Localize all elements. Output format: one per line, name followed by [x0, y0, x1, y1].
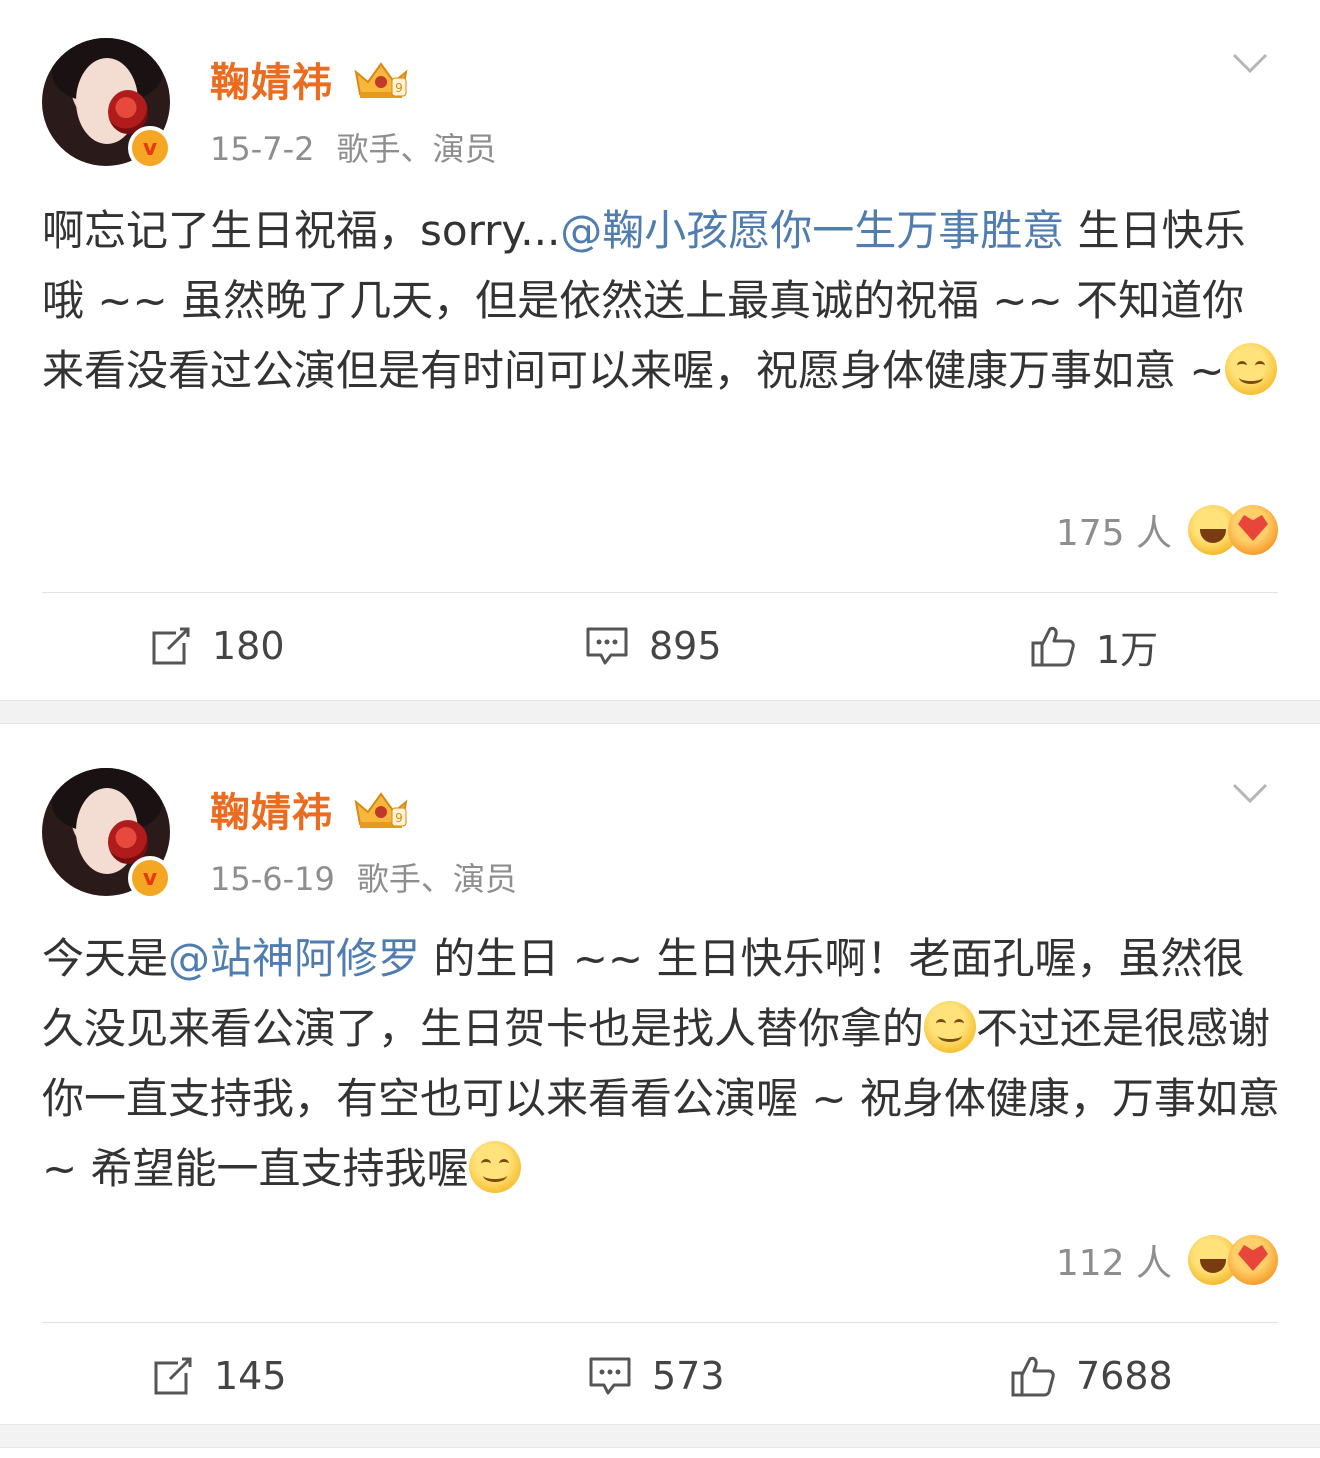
comment-count: 573	[652, 1354, 725, 1398]
divider	[42, 592, 1278, 593]
action-bar: 180 895 1万	[0, 600, 1320, 692]
heart-emoji-icon	[1228, 505, 1278, 555]
comment-count: 895	[649, 624, 722, 668]
like-button[interactable]: 1万	[1030, 600, 1158, 692]
author-name[interactable]: 鞠婧祎	[210, 780, 333, 838]
like-button[interactable]: 7688	[1010, 1330, 1173, 1422]
post-meta: 15-7-2 歌手、演员	[210, 124, 497, 170]
post-separator	[0, 1424, 1320, 1448]
post-text: 今天是	[42, 934, 169, 983]
chevron-down-icon[interactable]	[1232, 52, 1268, 74]
post-content: 啊忘记了生日祝福，sorry...@鞠小孩愿你一生万事胜意 生日快乐哦 ~~ 虽…	[42, 196, 1282, 406]
chevron-down-icon[interactable]	[1232, 782, 1268, 804]
smile-emoji-icon	[1224, 343, 1277, 395]
reaction-summary[interactable]: 112 人	[1056, 1230, 1278, 1290]
like-count: 7688	[1076, 1354, 1173, 1398]
repost-button[interactable]: 180	[150, 600, 285, 692]
repost-count: 180	[212, 624, 285, 668]
svg-text:9: 9	[395, 811, 403, 825]
action-bar: 145 573 7688	[0, 1330, 1320, 1422]
verified-badge-icon: v	[128, 126, 172, 170]
vip-crown-icon: 9	[354, 62, 408, 98]
svg-text:9: 9	[395, 81, 403, 95]
post-content: 今天是@站神阿修罗 的生日 ~~ 生日快乐啊！老面孔喔，虽然很久没见来看公演了，…	[42, 924, 1282, 1204]
thumbs-up-icon	[1031, 626, 1075, 667]
post-text: 啊忘记了生日祝福，sorry...	[42, 206, 561, 255]
repost-icon	[152, 627, 190, 665]
reaction-summary[interactable]: 175 人	[1056, 500, 1278, 560]
vip-crown-icon: 9	[354, 792, 408, 828]
mention-link[interactable]: @鞠小孩愿你一生万事胜意	[560, 206, 1064, 255]
weibo-post: v 鞠婧祎 9 15-6-19 歌手、演员 今天是@站神阿修罗 的生日 ~~ 生日…	[0, 724, 1320, 1424]
post-separator	[0, 700, 1320, 724]
mention-link[interactable]: @站神阿修罗	[168, 934, 420, 983]
post-meta: 15-6-19 歌手、演员	[210, 854, 517, 900]
repost-button[interactable]: 145	[152, 1330, 287, 1422]
comment-icon	[589, 1357, 631, 1395]
author-name[interactable]: 鞠婧祎	[210, 50, 333, 108]
post-date[interactable]: 15-7-2	[210, 130, 315, 168]
comment-icon	[586, 627, 628, 665]
thumbs-up-icon	[1011, 1356, 1055, 1397]
weibo-post: v 鞠婧祎 9 15-7-2 歌手、演员 啊忘记了生日祝福，sorry...@鞠小…	[0, 0, 1320, 700]
divider	[42, 1322, 1278, 1323]
comment-button[interactable]: 573	[588, 1330, 725, 1422]
smile-emoji-icon	[468, 1141, 521, 1193]
tears-of-joy-emoji-icon	[924, 1001, 977, 1053]
author-tags: 歌手、演员	[356, 860, 517, 898]
like-count: 1万	[1096, 627, 1159, 672]
repost-icon	[154, 1357, 192, 1395]
reaction-count: 112 人	[1055, 1243, 1172, 1284]
reaction-count: 175 人	[1055, 513, 1172, 554]
heart-emoji-icon	[1228, 1235, 1278, 1285]
author-tags: 歌手、演员	[336, 130, 497, 168]
verified-badge-icon: v	[128, 856, 172, 900]
comment-button[interactable]: 895	[585, 600, 722, 692]
repost-count: 145	[214, 1354, 287, 1398]
post-date[interactable]: 15-6-19	[210, 860, 335, 898]
